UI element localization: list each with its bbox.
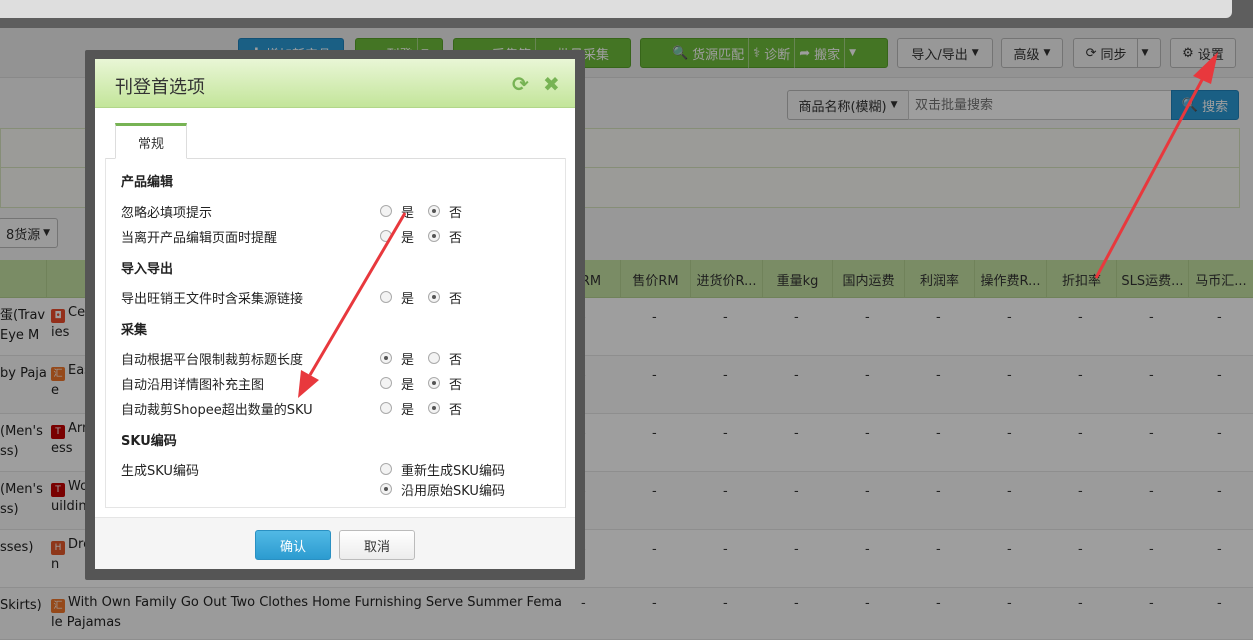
option-label: 当离开产品编辑页面时提醒 [121,231,278,246]
option-label: 自动裁剪Shopee超出数量的SKU [121,403,313,418]
option-label: 自动根据平台限制裁剪标题长度 [121,353,304,368]
option-label: 忽略必填项提示 [121,206,213,221]
refresh-icon[interactable]: ⟳ [512,72,529,96]
browser-top-bar [0,0,1253,28]
radio-regenerate-sku[interactable] [380,463,392,475]
radio-yes[interactable] [380,402,392,414]
radio-yes[interactable] [380,291,392,303]
radio-yes[interactable] [380,230,392,242]
section-title: 导入导出 [121,262,174,277]
radio-no[interactable] [428,205,440,217]
option-label: 生成SKU编码 [121,464,199,479]
cancel-button[interactable]: 取消 [339,530,415,560]
radio-yes[interactable] [380,205,392,217]
radio-yes[interactable] [380,377,392,389]
confirm-button[interactable]: 确认 [255,530,331,560]
radio-no[interactable] [428,291,440,303]
section-title: 采集 [121,323,148,338]
dialog-header: 刊登首选项 ⟳ ✖ [95,59,575,108]
dialog-title: 刊登首选项 [115,77,205,98]
option-label: 自动沿用详情图补充主图 [121,378,265,393]
tab-general[interactable]: 常规 [115,123,187,159]
option-label: 导出旺销王文件时含采集源链接 [121,292,304,307]
close-icon[interactable]: ✖ [543,72,560,96]
radio-no[interactable] [428,402,440,414]
section-title: 产品编辑 [121,175,174,190]
radio-no[interactable] [428,230,440,242]
tab-strip: 常规 [105,119,565,159]
section-title: SKU编码 [121,434,177,449]
preferences-dialog: 刊登首选项 ⟳ ✖ 常规 产品编辑 忽略必填项提示 是 否 当离开产品编辑页面时… [95,59,575,569]
radio-keep-original-sku[interactable] [380,483,392,495]
radio-yes[interactable] [380,352,392,364]
radio-no[interactable] [428,352,440,364]
radio-no[interactable] [428,377,440,389]
dialog-footer: 确认 取消 [95,517,575,569]
